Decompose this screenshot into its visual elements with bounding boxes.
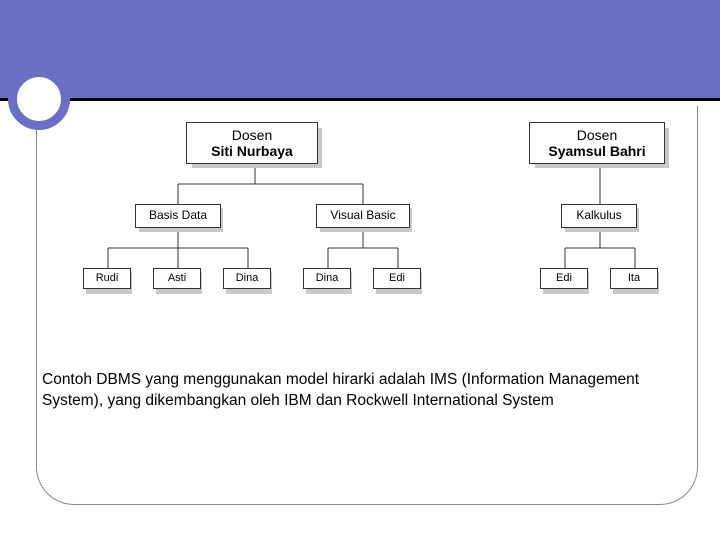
leaf-label: Dina xyxy=(236,272,259,284)
leaf-node: Edi xyxy=(540,268,588,289)
leaf-label: Rudi xyxy=(96,272,119,284)
leaf-label: Edi xyxy=(556,272,572,284)
leaf-node: Asti xyxy=(153,268,201,289)
leaf-label: Ita xyxy=(628,272,640,284)
header-divider xyxy=(0,98,720,101)
leaf-node: Rudi xyxy=(83,268,131,289)
root-node-1: Dosen Siti Nurbaya xyxy=(186,122,318,164)
mid-node-2: Visual Basic xyxy=(316,204,410,228)
mid-node-3: Kalkulus xyxy=(561,204,637,228)
header-band xyxy=(0,0,720,98)
mid-node-1: Basis Data xyxy=(135,204,221,228)
root-line1: Dosen xyxy=(577,127,617,143)
mid-label: Basis Data xyxy=(149,208,207,222)
leaf-node: Dina xyxy=(223,268,271,289)
leaf-label: Edi xyxy=(389,272,405,284)
mid-label: Visual Basic xyxy=(330,208,395,222)
leaf-node: Ita xyxy=(610,268,658,289)
root-line2: Syamsul Bahri xyxy=(548,143,645,159)
leaf-node: Dina xyxy=(303,268,351,289)
leaf-node: Edi xyxy=(373,268,421,289)
root-node-2: Dosen Syamsul Bahri xyxy=(529,122,665,164)
leaf-label: Dina xyxy=(316,272,339,284)
leaf-label: Asti xyxy=(168,272,186,284)
mid-label: Kalkulus xyxy=(576,208,621,222)
caption-text: Contoh DBMS yang menggunakan model hirar… xyxy=(42,370,694,412)
root-line2: Siti Nurbaya xyxy=(211,143,293,159)
root-line1: Dosen xyxy=(232,127,272,143)
